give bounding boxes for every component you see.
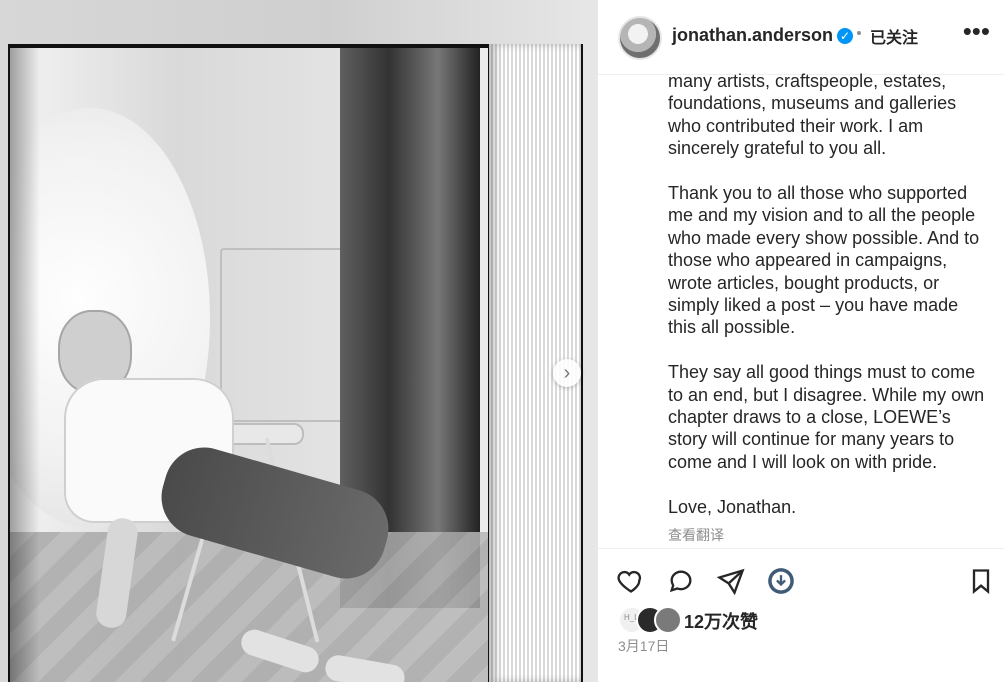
chevron-right-icon: › (563, 362, 571, 384)
post-caption: many artists, craftspeople, estates, fou… (668, 70, 988, 548)
heart-icon (617, 570, 642, 593)
post-sidebar: jonathan.anderson ✓ 已关注 ••• many artists… (598, 0, 1004, 682)
post-date[interactable]: 3月17日 (618, 636, 669, 656)
caption-paragraph: Love, Jonathan. (668, 496, 797, 517)
bookmark-icon (972, 569, 990, 594)
profile-avatar[interactable] (618, 16, 662, 60)
save-button[interactable] (964, 564, 998, 598)
like-button[interactable] (614, 564, 648, 598)
post-actions (598, 560, 1004, 602)
separator-dot (857, 31, 861, 35)
actions-divider (598, 548, 1004, 549)
comment-icon (669, 570, 692, 593)
comment-button[interactable] (664, 564, 698, 598)
download-icon (768, 568, 794, 594)
book-photo (10, 48, 488, 682)
caption-paragraph: many artists, craftspeople, estates, fou… (668, 71, 957, 159)
likes-count[interactable]: 12万次赞 (684, 608, 758, 634)
post-header: jonathan.anderson ✓ 已关注 ••• (598, 0, 1004, 75)
post-media: › (0, 0, 598, 682)
profile-username[interactable]: jonathan.anderson (672, 25, 833, 46)
share-icon (717, 568, 745, 595)
more-options-icon[interactable]: ••• (963, 18, 990, 44)
caption-paragraph: They say all good things must to come to… (668, 362, 985, 472)
next-media-button[interactable]: › (553, 359, 581, 387)
share-button[interactable] (714, 564, 748, 598)
likes-row: H_L 12万次赞 (618, 606, 998, 634)
photo-book (8, 44, 583, 682)
download-button[interactable] (764, 564, 798, 598)
book-spine-shadow (10, 48, 40, 682)
follow-status-button[interactable]: 已关注 (870, 24, 918, 48)
verified-badge-icon: ✓ (837, 28, 853, 44)
see-translation-link[interactable]: 查看翻译 (668, 524, 988, 546)
liked-by-avatar[interactable] (654, 606, 682, 634)
caption-paragraph: Thank you to all those who supported me … (668, 183, 980, 338)
